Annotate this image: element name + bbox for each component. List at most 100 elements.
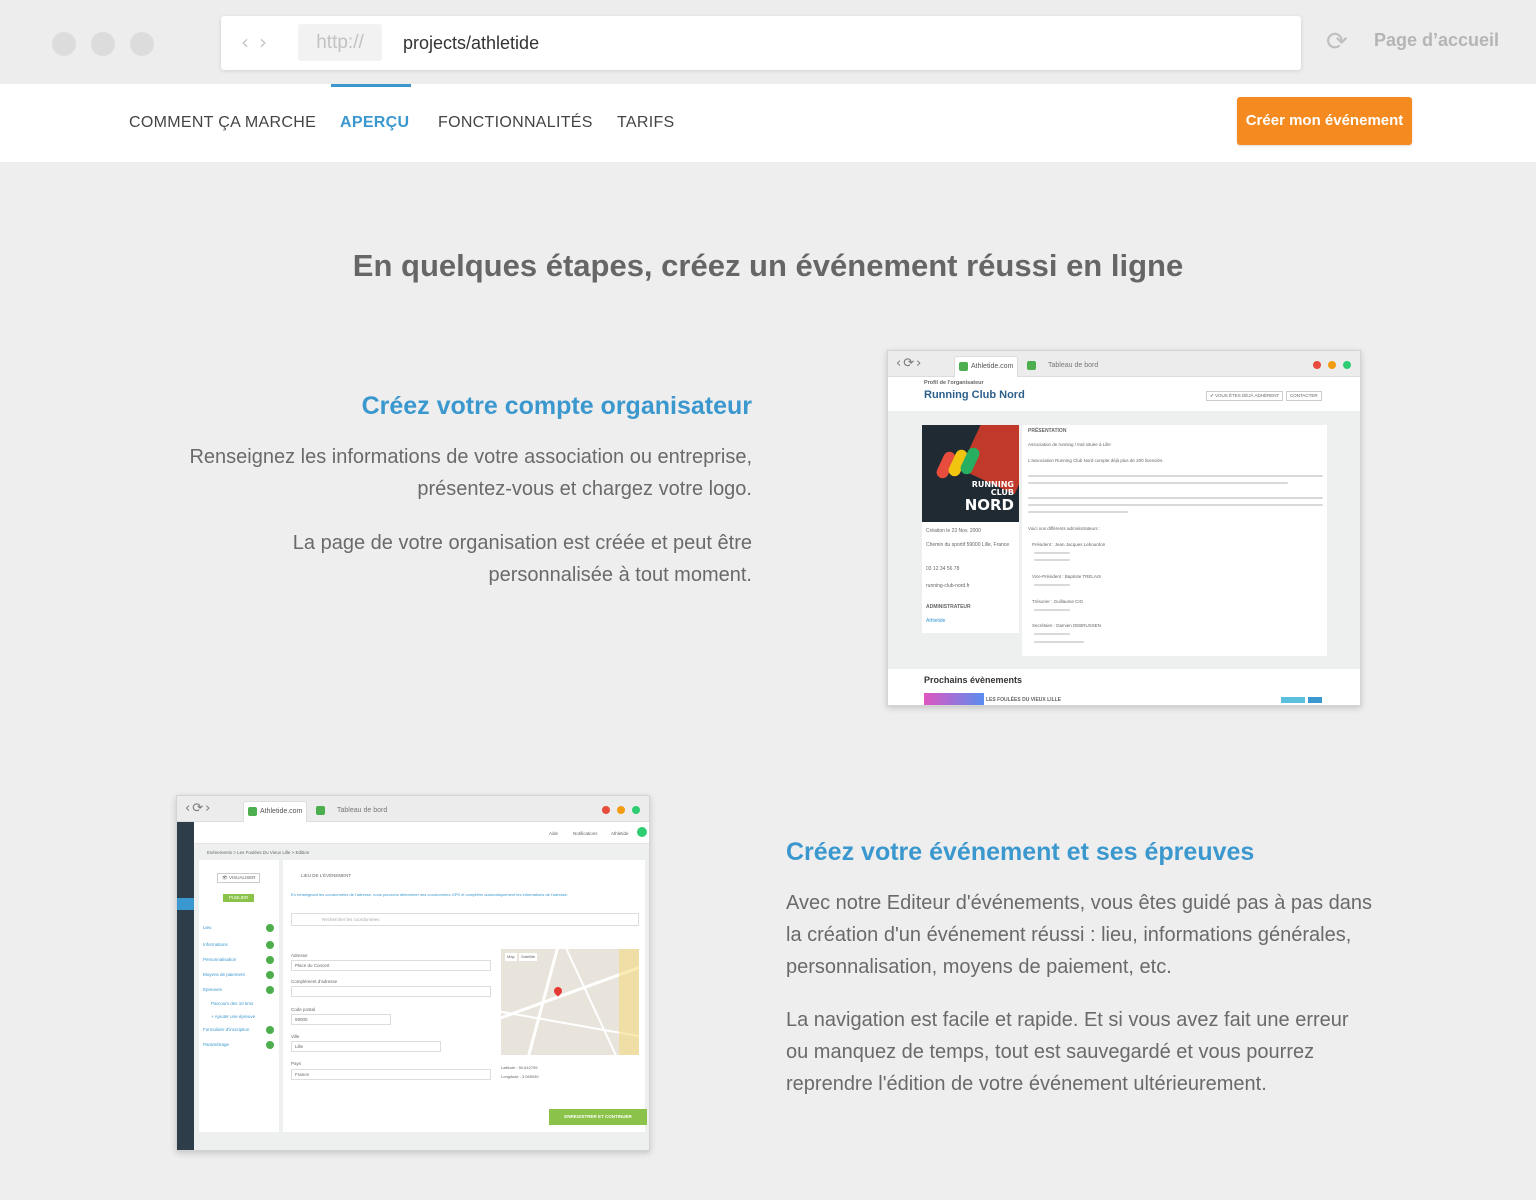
text-line bbox=[1028, 504, 1323, 506]
check-icon bbox=[266, 956, 274, 964]
step-informations: Informations bbox=[203, 942, 228, 947]
longitude: Longitude : 3.065930 bbox=[501, 1074, 539, 1079]
check-icon bbox=[266, 971, 274, 979]
step-personnalisation: Personnalisation bbox=[203, 957, 237, 962]
map-tab-map: Map bbox=[505, 953, 517, 961]
create-event-button[interactable]: Créer mon événement bbox=[1237, 97, 1412, 145]
mock-tab-dashboard: Tableau de bord bbox=[337, 807, 388, 814]
reload-icon[interactable]: ⟳ bbox=[1326, 28, 1348, 56]
mock-tab-athletide: Athletide.com bbox=[954, 356, 1019, 377]
text-line bbox=[1034, 559, 1070, 561]
step-formulaire: Formulaire d'inscription bbox=[203, 1027, 250, 1032]
running-club-logo: RUNNING CLUB NORD bbox=[922, 425, 1019, 522]
complement-field bbox=[291, 986, 491, 997]
logo-text-nord: NORD bbox=[964, 496, 1014, 514]
step-paiement: Moyens de paiement bbox=[203, 972, 245, 977]
nav-item-comment-ca-marche[interactable]: COMMENT ÇA MARCHE bbox=[129, 114, 316, 132]
presentation-line1: Association de running / trail située à … bbox=[1028, 442, 1111, 447]
publish-button: PUBLIER bbox=[223, 894, 255, 902]
creation-date: Création le 23 Nov. 2000 bbox=[926, 528, 981, 534]
step-epreuves: Epreuves bbox=[203, 987, 223, 992]
admin-name: Athletide bbox=[926, 618, 946, 624]
role-vice-president: Vice-Président : Baptiste TRELAIS bbox=[1032, 574, 1102, 579]
step-lieu: Lieu bbox=[203, 925, 212, 930]
app-side-rail bbox=[177, 822, 194, 1150]
section2-para1: Avec notre Editeur d'événements, vous êt… bbox=[786, 892, 1373, 978]
upcoming-title: Prochains évènements bbox=[924, 675, 1023, 685]
mock-browser-bar: ‹⟳› Athletide.com Tableau de bord bbox=[177, 796, 649, 822]
text-line bbox=[1028, 497, 1323, 499]
event-badge bbox=[1281, 697, 1305, 703]
browser-chrome: ‹› http:// projects/athletide ⟳ Page d’a… bbox=[0, 0, 1536, 84]
check-icon bbox=[266, 1041, 274, 1049]
address-bar[interactable]: ‹› http:// projects/athletide bbox=[221, 16, 1301, 70]
mock-close-dot bbox=[1313, 361, 1321, 369]
window-minimize-dot[interactable] bbox=[91, 32, 115, 56]
presentation-line2: L'association Running Club Nord compte d… bbox=[1028, 458, 1164, 463]
mock-max-dot bbox=[632, 806, 640, 814]
step-parametrage: Paramétrage bbox=[203, 1042, 230, 1047]
mock-min-dot bbox=[617, 806, 625, 814]
lock-icon bbox=[316, 806, 325, 815]
section1-para1: Renseignez les informations de votre ass… bbox=[189, 446, 752, 500]
org-address: Chemin du sportif 59000 Lille, France bbox=[926, 542, 1010, 548]
map-tab-satellite: Satellite bbox=[519, 953, 538, 961]
athletide-logo-icon bbox=[248, 806, 257, 816]
active-tab-indicator bbox=[331, 84, 411, 87]
section-title: LIEU DE L'ÉVÉNEMENT bbox=[301, 873, 352, 878]
active-rail-item bbox=[177, 898, 194, 910]
admin-label: ADMINISTRATEUR bbox=[926, 604, 971, 610]
contact-button: CONTACTER bbox=[1286, 391, 1322, 401]
mock-close-dot bbox=[602, 806, 610, 814]
text-line bbox=[1034, 633, 1070, 635]
mock-tab-label: Athletide.com bbox=[260, 808, 303, 815]
section1-title: Créez votre compte organisateur bbox=[361, 392, 752, 420]
athletide-logo-icon bbox=[959, 361, 968, 371]
text-line bbox=[1034, 552, 1070, 554]
mock-browser-bar: ‹⟳› Athletide.com Tableau de bord bbox=[888, 351, 1360, 377]
nav-item-fonctionnalites[interactable]: FONCTIONNALITÉS bbox=[438, 114, 593, 132]
role-secretary: Secrétaire : Damien DEBRUSSEN bbox=[1032, 623, 1102, 628]
mock-nav-icons: ‹⟳› bbox=[185, 801, 213, 816]
map-road bbox=[524, 949, 561, 1055]
preview-button: 👁 VISUALISER bbox=[217, 873, 261, 883]
map-highway bbox=[619, 949, 639, 1055]
nav-item-tarifs[interactable]: TARIFS bbox=[617, 114, 675, 132]
org-website: running-club-nord.fr bbox=[926, 583, 970, 589]
window-maximize-dot[interactable] bbox=[130, 32, 154, 56]
organizer-profile-screenshot: ‹⟳› Athletide.com Tableau de bord Profil… bbox=[887, 350, 1361, 706]
nav-item-apercu[interactable]: APERÇU bbox=[340, 114, 409, 132]
org-name: Running Club Nord bbox=[924, 389, 1025, 401]
profile-label: Profil de l'organisateur bbox=[924, 380, 984, 386]
check-icon bbox=[266, 941, 274, 949]
mock-min-dot bbox=[1328, 361, 1336, 369]
location-map: Map Satellite bbox=[501, 949, 639, 1055]
back-forward-icon[interactable]: ‹› bbox=[241, 30, 277, 54]
complement-label: Complément d'adresse bbox=[291, 979, 338, 984]
text-line bbox=[1028, 475, 1323, 477]
mock-nav-icons: ‹⟳› bbox=[896, 356, 924, 371]
breadcrumb: Evénements > Les Foulées Du Vieux Lille … bbox=[207, 850, 310, 855]
info-text: En renseignant les coordonnées de l'adre… bbox=[291, 892, 569, 897]
mock-max-dot bbox=[1343, 361, 1351, 369]
main-nav: COMMENT ÇA MARCHE APERÇU FONCTIONNALITÉS… bbox=[0, 84, 1536, 162]
window-close-dot[interactable] bbox=[52, 32, 76, 56]
postal-code-field: 59000 bbox=[291, 1014, 391, 1025]
mock-tab-label: Athletide.com bbox=[971, 363, 1014, 370]
member-button: ✔ VOUS ÊTES DÉJÀ ADHÉRENT bbox=[1206, 391, 1284, 401]
map-road bbox=[563, 949, 621, 1055]
lock-icon bbox=[1027, 361, 1036, 370]
section2-para2: La navigation est facile et rapide. Et s… bbox=[786, 1009, 1349, 1095]
text-line bbox=[1034, 641, 1084, 643]
event-badge bbox=[1308, 697, 1322, 703]
home-link[interactable]: Page d’accueil bbox=[1374, 30, 1499, 51]
url-path[interactable]: projects/athletide bbox=[403, 16, 539, 70]
save-continue-button: ENREGISTRER ET CONTINUER bbox=[549, 1109, 647, 1125]
address-label: Adresse bbox=[291, 953, 308, 958]
page-headline: En quelques étapes, créez un événement r… bbox=[352, 248, 1184, 283]
city-label: Ville bbox=[291, 1034, 300, 1039]
org-phone: 03 12 34 56 78 bbox=[926, 566, 960, 572]
mock-tab-dashboard: Tableau de bord bbox=[1048, 362, 1099, 369]
text-line bbox=[1034, 584, 1070, 586]
text-line bbox=[1034, 609, 1070, 611]
